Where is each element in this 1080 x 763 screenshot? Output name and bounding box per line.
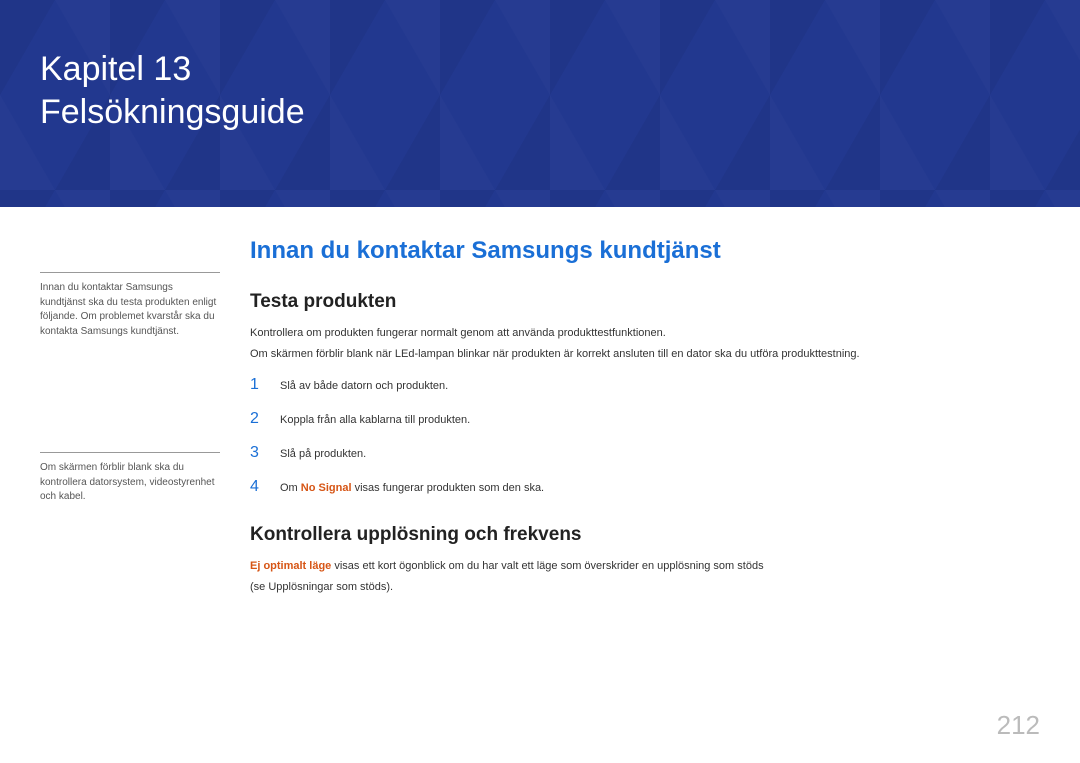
step-number: 3 <box>250 444 262 462</box>
sidebar: Innan du kontaktar Samsungs kundtjänst s… <box>40 207 220 513</box>
steps-list: 1 Slå av både datorn och produkten. 2 Ko… <box>250 376 1020 496</box>
step-4: 4 Om No Signal visas fungerar produkten … <box>250 478 1020 496</box>
step-number: 2 <box>250 410 262 428</box>
step-2: 2 Koppla från alla kablarna till produkt… <box>250 410 1020 428</box>
page-number: 212 <box>997 710 1040 741</box>
step-number: 1 <box>250 376 262 394</box>
step-1: 1 Slå av både datorn och produkten. <box>250 376 1020 394</box>
step-3: 3 Slå på produkten. <box>250 444 1020 462</box>
step4-suffix: visas fungerar produkten som den ska. <box>352 482 545 494</box>
chapter-title: Felsökningsguide <box>40 91 305 134</box>
section-title-resolution: Kontrollera upplösning och frekvens <box>250 524 1020 546</box>
section2-p1: Ej optimalt läge visas ett kort ögonblic… <box>250 558 1020 575</box>
main-column: Innan du kontaktar Samsungs kundtjänst T… <box>250 237 1020 599</box>
section1-p2: Om skärmen förblir blank när LEd-lampan … <box>250 346 1020 363</box>
section2-p2: (se Upplösningar som stöds). <box>250 579 1020 596</box>
step-number: 4 <box>250 478 262 496</box>
section2-rest: visas ett kort ögonblick om du har valt … <box>331 560 763 572</box>
sidebar-note-1: Innan du kontaktar Samsungs kundtjänst s… <box>40 272 220 347</box>
sidebar-note-2: Om skärmen förblir blank ska du kontroll… <box>40 452 220 513</box>
step4-prefix: Om <box>280 482 301 494</box>
section2-bold: Ej optimalt läge <box>250 560 331 572</box>
step-text: Om No Signal visas fungerar produkten so… <box>280 482 544 494</box>
step4-bold: No Signal <box>301 482 352 494</box>
step-text: Slå på produkten. <box>280 448 366 460</box>
section1-p1: Kontrollera om produkten fungerar normal… <box>250 325 1020 342</box>
step-text: Koppla från alla kablarna till produkten… <box>280 414 470 426</box>
step-text: Slå av både datorn och produkten. <box>280 380 448 392</box>
page-heading: Innan du kontaktar Samsungs kundtjänst <box>250 237 1020 265</box>
chapter-banner: Kapitel 13 Felsökningsguide <box>0 0 1080 207</box>
banner-text: Kapitel 13 Felsökningsguide <box>40 48 305 133</box>
section-title-test: Testa produkten <box>250 291 1020 313</box>
chapter-label: Kapitel 13 <box>40 48 305 91</box>
